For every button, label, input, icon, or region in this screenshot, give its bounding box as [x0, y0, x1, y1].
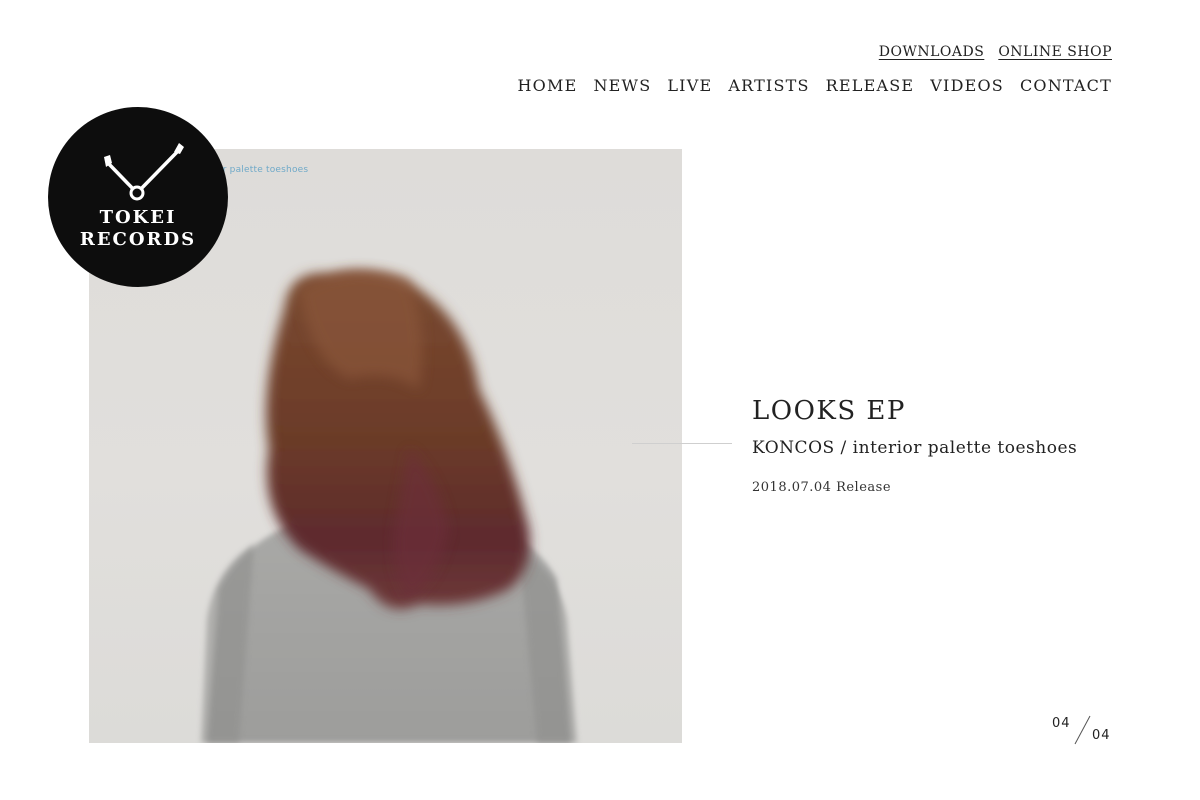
release-title[interactable]: LOOKS EP [752, 396, 906, 426]
utility-nav: DOWNLOADS ONLINE SHOP [879, 44, 1112, 60]
main-nav: HOME NEWS LIVE ARTISTS RELEASE VIDEOS CO… [518, 76, 1112, 95]
nav-item-news[interactable]: NEWS [593, 76, 651, 95]
nav-item-videos[interactable]: VIDEOS [930, 76, 1004, 95]
release-date: 2018.07.04 Release [752, 480, 892, 495]
logo-line-2: RECORDS [79, 229, 197, 250]
release-connector-line [632, 443, 732, 444]
nav-item-live[interactable]: LIVE [667, 76, 712, 95]
slide-pager: 04 04 [1040, 710, 1120, 750]
nav-item-contact[interactable]: CONTACT [1020, 76, 1112, 95]
online-shop-link[interactable]: ONLINE SHOP [998, 44, 1112, 60]
tokei-records-logo[interactable]: TOKEI RECORDS [48, 107, 228, 287]
logo-line-1: TOKEI [99, 207, 177, 228]
downloads-link[interactable]: DOWNLOADS [879, 44, 985, 60]
nav-item-release[interactable]: RELEASE [826, 76, 915, 95]
pager-current: 04 [1052, 716, 1071, 731]
clock-hands-icon [104, 143, 184, 201]
pager-total: 04 [1092, 728, 1111, 743]
nav-item-home[interactable]: HOME [518, 76, 578, 95]
pager-divider [1074, 715, 1091, 745]
nav-item-artists[interactable]: ARTISTS [728, 76, 809, 95]
cover-caption: or palette toeshoes [217, 165, 309, 175]
release-artist: KONCOS / interior palette toeshoes [752, 438, 1078, 458]
